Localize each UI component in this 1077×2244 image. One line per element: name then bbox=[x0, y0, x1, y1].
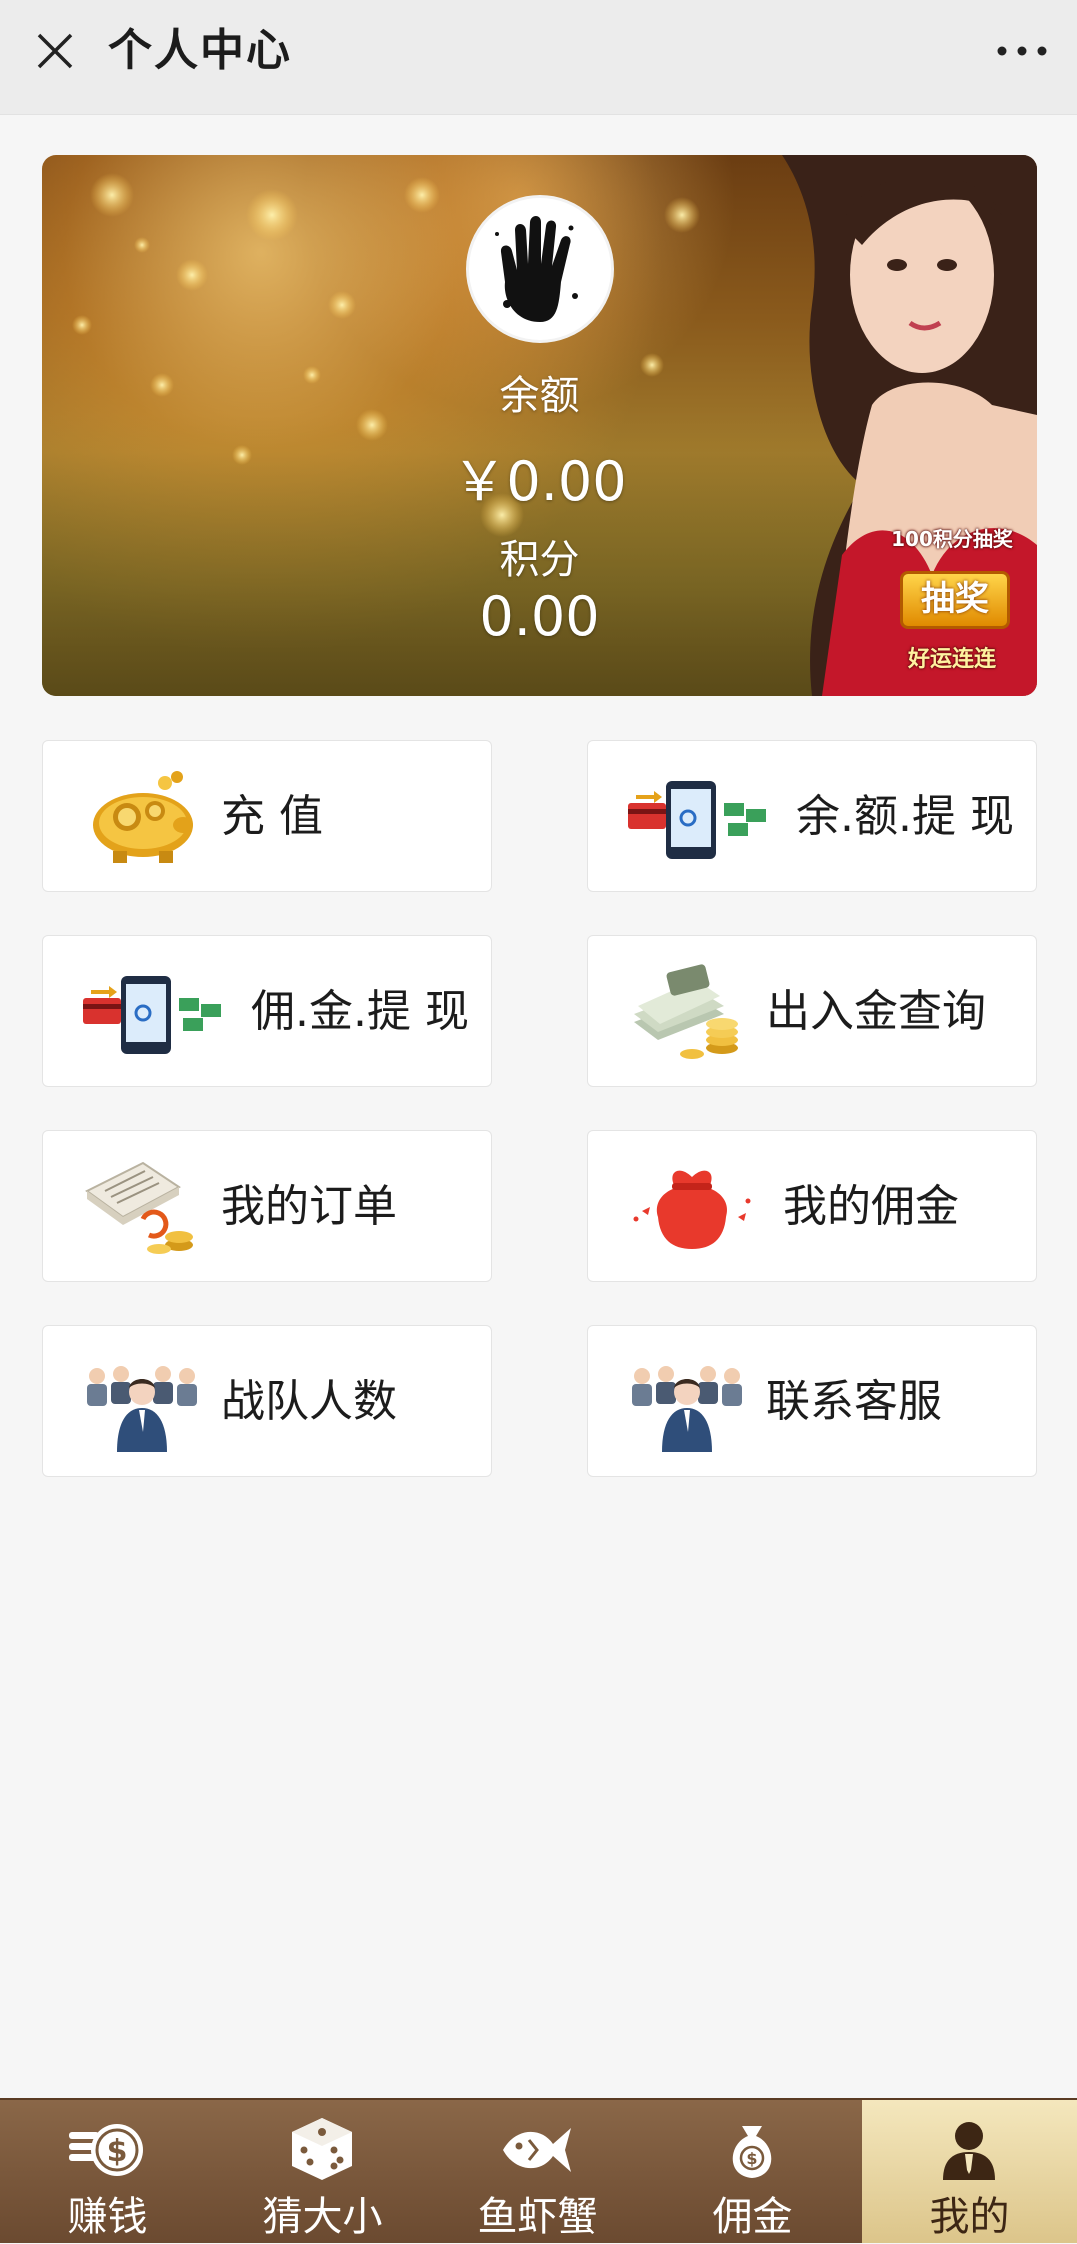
team-icon bbox=[87, 1366, 197, 1452]
promo-top-text: 100积分抽奖 bbox=[891, 527, 1013, 551]
more-options-button[interactable] bbox=[987, 24, 1057, 78]
account-banner: 100积分抽奖 抽奖 好运连连 余额 ￥0.00 积分 0.00 bbox=[42, 155, 1037, 696]
recharge-button[interactable]: 充 值 bbox=[42, 740, 492, 892]
my-commission-button[interactable]: 我的佣金 bbox=[587, 1130, 1037, 1282]
phone-transfer-icon bbox=[628, 781, 766, 859]
my-commission-label: 我的佣金 bbox=[783, 1181, 959, 1232]
fund-records-label: 出入金查询 bbox=[766, 986, 986, 1037]
avatar[interactable] bbox=[466, 195, 614, 343]
balance-withdraw-label: 余.额.提 现 bbox=[796, 791, 1014, 842]
balance-withdraw-button[interactable]: 余.额.提 现 bbox=[587, 740, 1037, 892]
customer-service-button[interactable]: 联系客服 bbox=[587, 1325, 1037, 1477]
coin-icon: $ bbox=[69, 2124, 143, 2176]
team-count-label: 战队人数 bbox=[221, 1376, 397, 1427]
tab-commission-label: 佣金 bbox=[712, 2194, 793, 2240]
close-icon bbox=[37, 33, 73, 69]
bottom-tab-bar: $ 赚钱 猜大小 鱼虾蟹 $ 佣金 我的 bbox=[0, 2098, 1077, 2243]
close-button[interactable] bbox=[28, 24, 82, 78]
piggy-bank-icon bbox=[93, 771, 193, 863]
user-icon bbox=[943, 2122, 995, 2180]
svg-text:$: $ bbox=[746, 2149, 757, 2168]
my-orders-label: 我的订单 bbox=[221, 1181, 397, 1232]
more-dots-icon bbox=[997, 46, 1047, 56]
fish-icon bbox=[503, 2128, 571, 2172]
tab-fish-shrimp-crab[interactable]: 鱼虾蟹 bbox=[430, 2100, 645, 2243]
tab-earn[interactable]: $ 赚钱 bbox=[0, 2100, 215, 2243]
tab-mine[interactable]: 我的 bbox=[862, 2100, 1077, 2243]
fund-records-button[interactable]: 出入金查询 bbox=[587, 935, 1037, 1087]
page-title: 个人中心 bbox=[108, 25, 292, 76]
tab-guess-size-label: 猜大小 bbox=[262, 2194, 383, 2240]
tab-commission[interactable]: $ 佣金 bbox=[645, 2100, 860, 2243]
team-icon bbox=[632, 1366, 742, 1452]
commission-withdraw-button[interactable]: 佣.金.提 现 bbox=[42, 935, 492, 1087]
balance-value: ￥0.00 bbox=[452, 450, 627, 513]
tab-fish-shrimp-crab-label: 鱼虾蟹 bbox=[477, 2194, 598, 2240]
money-bag-icon bbox=[633, 1170, 751, 1249]
tab-earn-label: 赚钱 bbox=[67, 2194, 148, 2240]
promo-lottery-label: 抽奖 bbox=[900, 571, 1010, 629]
tab-mine-label: 我的 bbox=[929, 2194, 1010, 2240]
dice-icon bbox=[292, 2118, 352, 2180]
lottery-promo-badge[interactable]: 100积分抽奖 抽奖 好运连连 bbox=[882, 523, 1022, 683]
my-orders-button[interactable]: 我的订单 bbox=[42, 1130, 492, 1282]
team-count-button[interactable]: 战队人数 bbox=[42, 1325, 492, 1477]
points-label: 积分 bbox=[499, 537, 580, 583]
tab-guess-size[interactable]: 猜大小 bbox=[215, 2100, 430, 2243]
commission-withdraw-label: 佣.金.提 现 bbox=[251, 986, 469, 1037]
order-document-icon bbox=[85, 1161, 193, 1254]
balance-label: 余额 bbox=[499, 373, 580, 419]
phone-transfer-icon bbox=[83, 976, 221, 1054]
black-hand-logo-icon bbox=[495, 216, 578, 322]
top-nav-bar: 个人中心 bbox=[0, 0, 1077, 115]
promo-bottom-text: 好运连连 bbox=[907, 647, 996, 672]
money-bag-icon: $ bbox=[732, 2126, 772, 2178]
recharge-label: 充 值 bbox=[221, 791, 323, 842]
money-stack-icon bbox=[634, 964, 738, 1059]
customer-service-label: 联系客服 bbox=[766, 1376, 942, 1427]
points-value: 0.00 bbox=[479, 585, 600, 648]
svg-text:$: $ bbox=[107, 2134, 128, 2169]
